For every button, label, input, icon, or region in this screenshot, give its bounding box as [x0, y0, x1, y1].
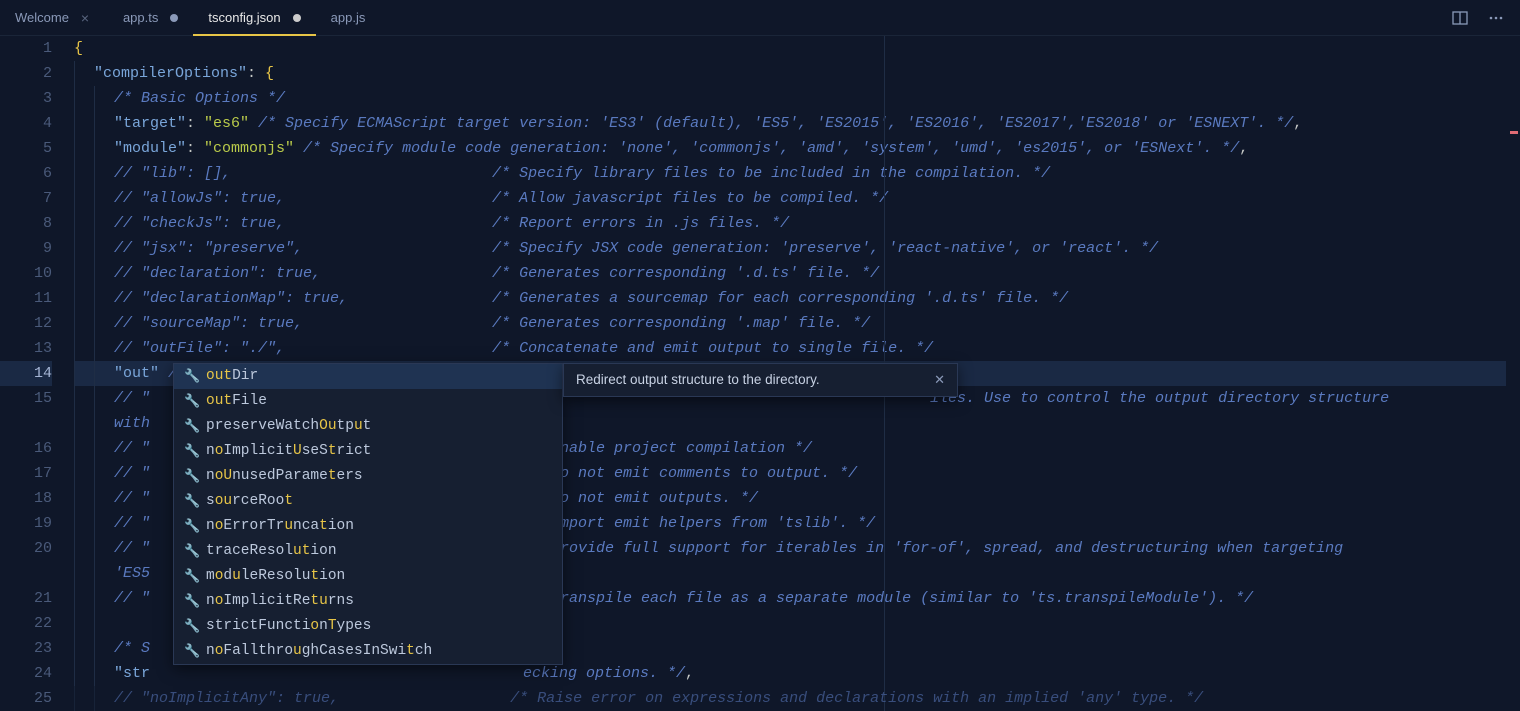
autocomplete-item-label: noErrorTruncation: [206, 517, 354, 536]
property-icon: 🔧: [184, 592, 198, 611]
property-icon: 🔧: [184, 367, 198, 386]
close-icon[interactable]: ✕: [934, 372, 945, 388]
line-number: 6: [0, 161, 52, 186]
line-number: 16: [0, 436, 52, 461]
property-icon: 🔧: [184, 642, 198, 661]
autocomplete-item-label: strictFunctionTypes: [206, 617, 371, 636]
tab-label: app.js: [331, 10, 366, 25]
property-icon: 🔧: [184, 517, 198, 536]
autocomplete-item-label: noImplicitUseStrict: [206, 442, 371, 461]
autocomplete-item[interactable]: 🔧 preserveWatchOutput: [174, 414, 562, 439]
autocomplete-item[interactable]: 🔧 noUnusedParameters: [174, 464, 562, 489]
line-number: 4: [0, 111, 52, 136]
line-number: 18: [0, 486, 52, 511]
line-number: 13: [0, 336, 52, 361]
tab-tsconfig-json[interactable]: tsconfig.json: [193, 0, 315, 36]
property-icon: 🔧: [184, 467, 198, 486]
autocomplete-detail: Redirect output structure to the directo…: [563, 363, 958, 397]
property-icon: 🔧: [184, 617, 198, 636]
tab-welcome[interactable]: Welcome ×: [0, 0, 108, 36]
autocomplete-item[interactable]: 🔧 outDir: [174, 364, 562, 389]
tab-app-ts[interactable]: app.ts: [108, 0, 193, 36]
line-number: 10: [0, 261, 52, 286]
line-number: 9: [0, 236, 52, 261]
autocomplete-item-label: outDir: [206, 367, 258, 386]
tab-app-js[interactable]: app.js: [316, 0, 381, 36]
autocomplete-item-label: traceResolution: [206, 542, 337, 561]
autocomplete-item[interactable]: 🔧 sourceRoot: [174, 489, 562, 514]
autocomplete-item[interactable]: 🔧 noErrorTruncation: [174, 514, 562, 539]
minimap-error-marker[interactable]: [1510, 131, 1518, 134]
autocomplete-detail-text: Redirect output structure to the directo…: [576, 372, 820, 388]
dirty-indicator-icon: [293, 14, 301, 22]
line-number: 3: [0, 86, 52, 111]
line-number: 23: [0, 636, 52, 661]
tab-label: Welcome: [15, 10, 69, 25]
property-icon: 🔧: [184, 492, 198, 511]
split-editor-icon[interactable]: [1448, 6, 1472, 30]
line-number: 22: [0, 611, 52, 636]
line-number: 8: [0, 211, 52, 236]
line-number: 19: [0, 511, 52, 536]
line-number: 25: [0, 686, 52, 711]
autocomplete-item[interactable]: 🔧 traceResolution: [174, 539, 562, 564]
line-number-gutter: 123456789101112131415 1617181920 2122232…: [0, 36, 74, 711]
autocomplete-item[interactable]: 🔧 noImplicitUseStrict: [174, 439, 562, 464]
line-number: 14: [0, 361, 52, 386]
line-number: 15: [0, 386, 52, 411]
autocomplete-item-label: noImplicitReturns: [206, 592, 354, 611]
more-icon[interactable]: [1484, 6, 1508, 30]
line-number: 7: [0, 186, 52, 211]
tab-label: tsconfig.json: [208, 10, 280, 25]
autocomplete-item-label: outFile: [206, 392, 267, 411]
autocomplete-item[interactable]: 🔧 noImplicitReturns: [174, 589, 562, 614]
autocomplete-item-label: moduleResolution: [206, 567, 345, 586]
autocomplete-item[interactable]: 🔧 strictFunctionTypes: [174, 614, 562, 639]
line-number: 24: [0, 661, 52, 686]
line-number: 5: [0, 136, 52, 161]
line-number: 21: [0, 586, 52, 611]
property-icon: 🔧: [184, 442, 198, 461]
line-number: 1: [0, 36, 52, 61]
autocomplete-item[interactable]: 🔧 moduleResolution: [174, 564, 562, 589]
line-number: 12: [0, 311, 52, 336]
autocomplete-item-label: noFallthroughCasesInSwitch: [206, 642, 432, 661]
autocomplete-item[interactable]: 🔧 noFallthroughCasesInSwitch: [174, 639, 562, 664]
line-number: 17: [0, 461, 52, 486]
dirty-indicator-icon: [170, 14, 178, 22]
line-number: 2: [0, 61, 52, 86]
property-icon: 🔧: [184, 392, 198, 411]
close-icon[interactable]: ×: [77, 10, 93, 26]
tabs-bar: Welcome × app.ts tsconfig.json app.js: [0, 0, 1520, 36]
minimap[interactable]: [1506, 36, 1520, 711]
autocomplete-item-label: sourceRoot: [206, 492, 293, 511]
tab-label: app.ts: [123, 10, 158, 25]
property-icon: 🔧: [184, 417, 198, 436]
property-icon: 🔧: [184, 542, 198, 561]
property-icon: 🔧: [184, 567, 198, 586]
autocomplete-item-label: preserveWatchOutput: [206, 417, 371, 436]
autocomplete-item[interactable]: 🔧 outFile: [174, 389, 562, 414]
autocomplete-item-label: noUnusedParameters: [206, 467, 363, 486]
line-number: 11: [0, 286, 52, 311]
code-token: {: [74, 40, 83, 57]
line-number: 20: [0, 536, 52, 561]
autocomplete-popup[interactable]: 🔧 outDir 🔧 outFile 🔧 preserveWatchOutput 🔧 noIm…: [173, 363, 563, 665]
